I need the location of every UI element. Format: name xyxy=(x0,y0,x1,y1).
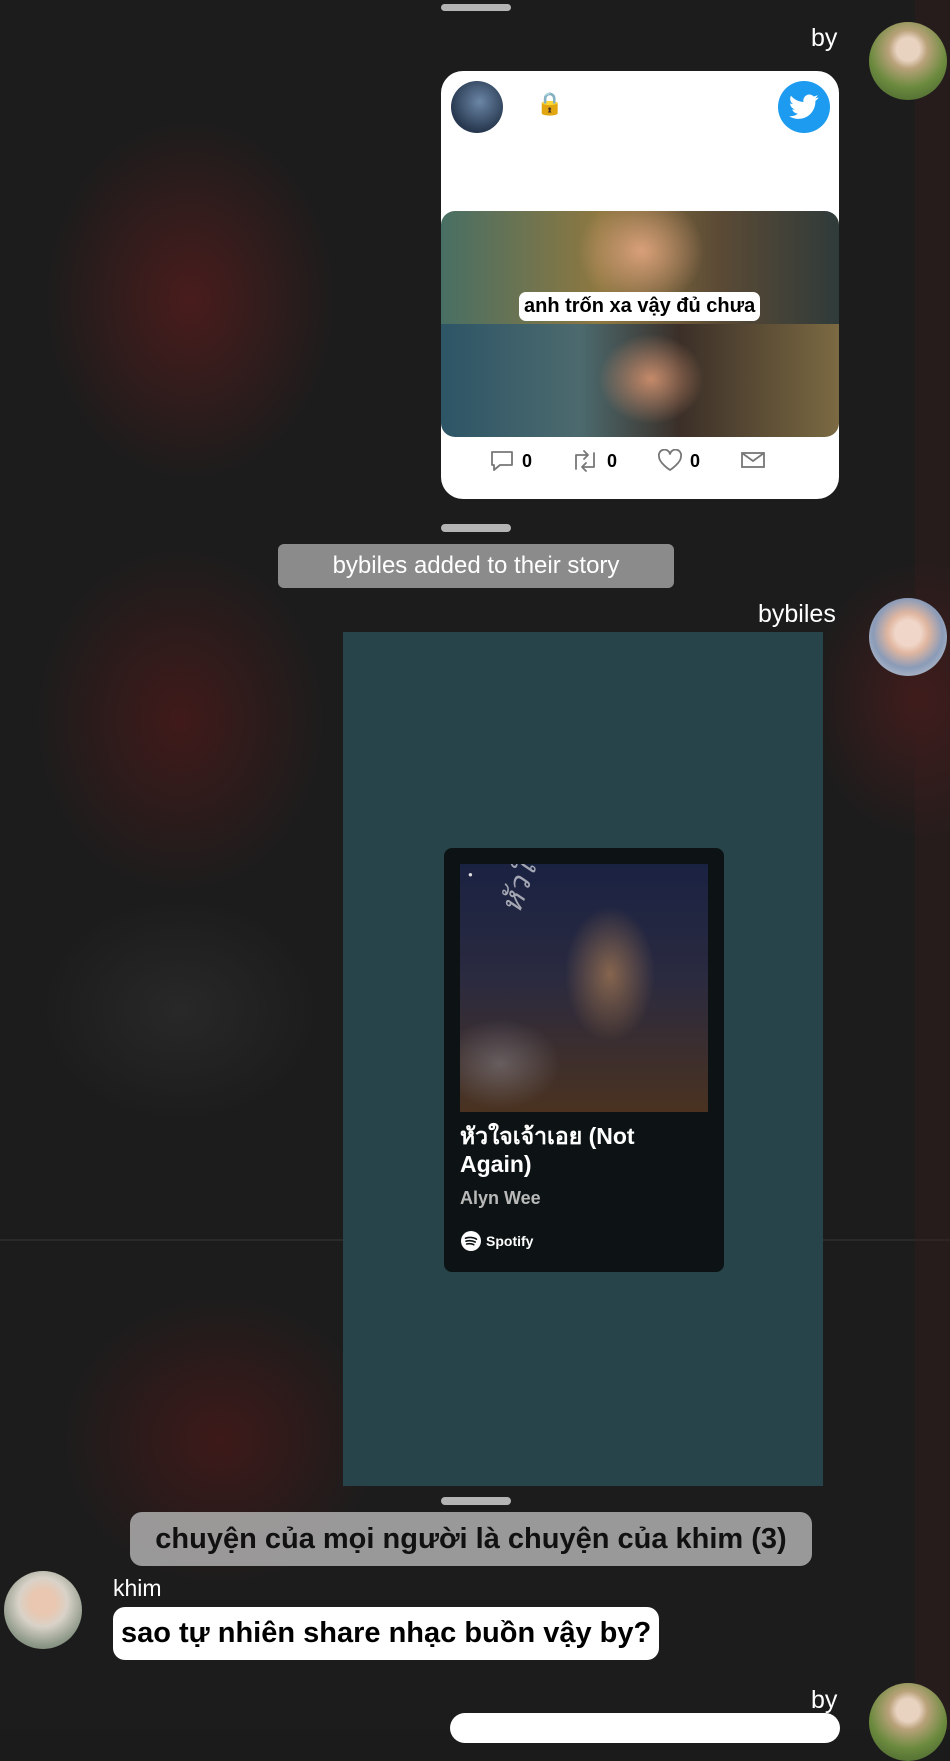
reply-action[interactable]: 0 xyxy=(489,449,532,473)
sender-name: by xyxy=(811,1686,838,1714)
message-handle xyxy=(441,1497,511,1505)
album-art: ● หัวใจเจ้าเอย xyxy=(460,864,708,1112)
video-frame-bottom xyxy=(441,324,839,437)
label-badge: ● xyxy=(468,870,473,879)
avatar[interactable] xyxy=(869,22,947,100)
message-bubble[interactable]: sao tự nhiên share nhạc buồn vậy by? xyxy=(113,1607,660,1660)
like-action[interactable]: 0 xyxy=(656,449,700,473)
retweet-count: 0 xyxy=(607,450,618,471)
message-bubble[interactable] xyxy=(450,1713,840,1743)
mail-icon xyxy=(741,452,765,468)
spotify-card[interactable]: ● หัวใจเจ้าเอย หัวใจเจ้าเอย (Not Again) … xyxy=(444,848,724,1272)
song-artist: Alyn Wee xyxy=(460,1188,541,1208)
message-handle xyxy=(441,524,511,532)
spotify-brand: Spotify xyxy=(460,1230,533,1252)
album-script: หัวใจเจ้าเอย xyxy=(488,864,587,920)
lock-icon: 🔒 xyxy=(536,91,564,116)
tweet-actions: 0 0 0 xyxy=(441,449,839,489)
spotify-label: Spotify xyxy=(486,1233,534,1249)
story-added-notice: bybiles added to their story xyxy=(278,544,674,588)
like-count: 0 xyxy=(690,450,701,471)
twitter-logo-icon[interactable] xyxy=(778,81,830,133)
share-action[interactable] xyxy=(740,449,766,471)
tweet-card[interactable]: 🔒 anh trốn xa vậy đủ chưa 0 0 0 xyxy=(441,71,839,499)
heart-icon xyxy=(658,449,682,471)
tweet-media[interactable]: anh trốn xa vậy đủ chưa xyxy=(441,211,839,437)
background-edge xyxy=(915,0,950,1730)
reply-count: 0 xyxy=(522,450,533,471)
sender-name: bybiles xyxy=(758,600,836,628)
story-reply[interactable]: ● หัวใจเจ้าเอย หัวใจเจ้าเอย (Not Again) … xyxy=(343,632,823,1486)
avatar[interactable] xyxy=(4,1571,82,1649)
avatar[interactable] xyxy=(869,1683,947,1761)
retweet-action[interactable]: 0 xyxy=(569,449,617,473)
song-title: หัวใจเจ้าเอย (Not Again) xyxy=(460,1123,635,1177)
message-handle xyxy=(441,4,511,11)
avatar[interactable] xyxy=(869,598,947,676)
sender-name: by xyxy=(811,24,838,52)
spotify-icon xyxy=(461,1231,481,1251)
reply-icon xyxy=(491,451,513,471)
sender-name: khim xyxy=(113,1575,162,1601)
tweet-caption: anh trốn xa vậy đủ chưa xyxy=(519,292,761,321)
tweet-author-avatar[interactable] xyxy=(451,81,503,133)
group-name-banner[interactable]: chuyện của mọi người là chuyện của khim … xyxy=(130,1512,812,1566)
retweet-icon xyxy=(575,450,595,472)
